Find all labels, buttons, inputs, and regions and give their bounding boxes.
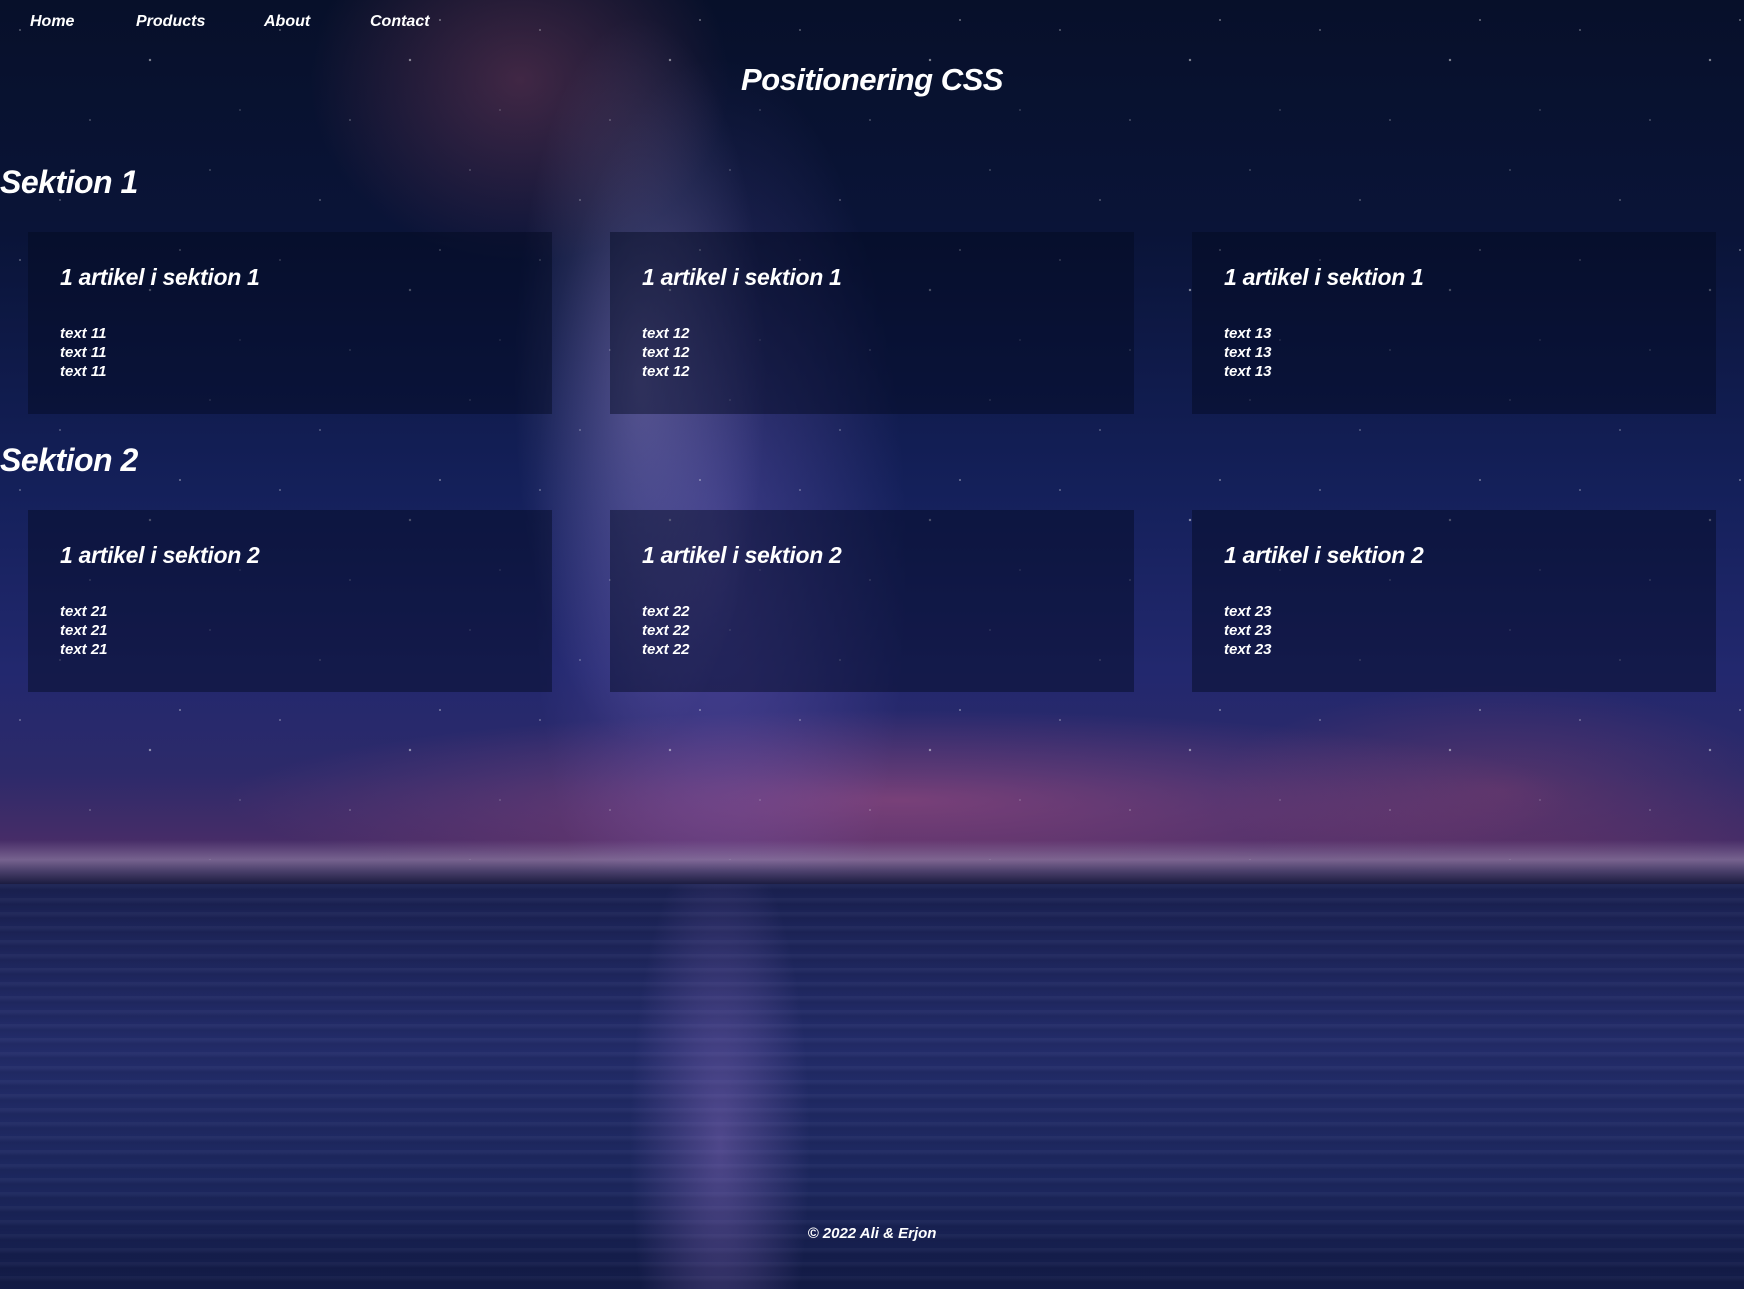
article-text-line: text 21	[60, 603, 108, 620]
article-text-line: text 11	[60, 363, 107, 380]
section-1-title: Sektion 1	[0, 164, 138, 200]
article-text-line: text 22	[642, 641, 690, 658]
section-1-articles: 1 artikel i sektion 1 text 11 text 11 te…	[28, 232, 1716, 414]
article-heading: 1 artikel i sektion 1	[642, 264, 842, 290]
article-text-line: text 12	[642, 325, 690, 342]
nav-link-products[interactable]: Products	[136, 13, 264, 31]
article-text-line: text 12	[642, 344, 690, 361]
article-text-line: text 13	[1224, 325, 1272, 342]
article-heading: 1 artikel i sektion 1	[60, 264, 260, 290]
article-text-line: text 13	[1224, 344, 1272, 361]
article-text-line: text 23	[1224, 603, 1272, 620]
article-text-line: text 13	[1224, 363, 1272, 380]
footer-copyright: © 2022 Ali & Erjon	[807, 1225, 937, 1242]
section-2-title: Sektion 2	[0, 442, 138, 478]
article-heading: 1 artikel i sektion 2	[642, 542, 842, 568]
article-card: 1 artikel i sektion 1 text 13 text 13 te…	[1192, 232, 1716, 414]
article-heading: 1 artikel i sektion 1	[1224, 264, 1424, 290]
article-text-line: text 22	[642, 622, 690, 639]
nav-link-contact[interactable]: Contact	[370, 13, 430, 31]
article-card: 1 artikel i sektion 1 text 11 text 11 te…	[28, 232, 552, 414]
article-card: 1 artikel i sektion 2 text 21 text 21 te…	[28, 510, 552, 692]
article-text-line: text 23	[1224, 622, 1272, 639]
nav-link-home[interactable]: Home	[30, 13, 136, 31]
article-text-line: text 22	[642, 603, 690, 620]
article-heading: 1 artikel i sektion 2	[60, 542, 260, 568]
article-text-line: text 23	[1224, 641, 1272, 658]
article-card: 1 artikel i sektion 2 text 22 text 22 te…	[610, 510, 1134, 692]
page-title: Positionering CSS	[741, 62, 1003, 97]
article-card: 1 artikel i sektion 1 text 12 text 12 te…	[610, 232, 1134, 414]
article-heading: 1 artikel i sektion 2	[1224, 542, 1424, 568]
article-text-line: text 11	[60, 344, 107, 361]
page: Home Products About Contact Positionerin…	[0, 0, 1744, 1289]
main-nav: Home Products About Contact	[30, 13, 430, 31]
article-text-line: text 21	[60, 622, 108, 639]
article-text-line: text 21	[60, 641, 108, 658]
article-text-line: text 12	[642, 363, 690, 380]
article-text-line: text 11	[60, 325, 107, 342]
article-card: 1 artikel i sektion 2 text 23 text 23 te…	[1192, 510, 1716, 692]
section-2-articles: 1 artikel i sektion 2 text 21 text 21 te…	[28, 510, 1716, 692]
nav-link-about[interactable]: About	[264, 13, 370, 31]
